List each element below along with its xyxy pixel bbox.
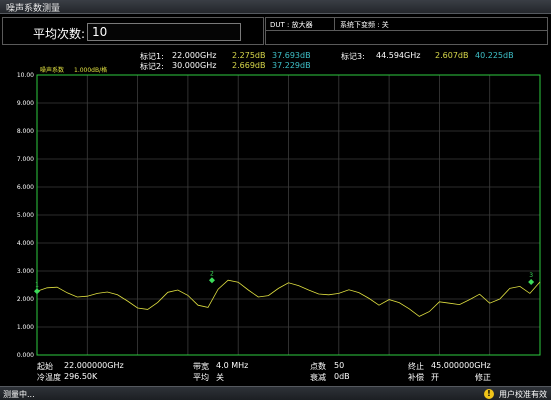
y-tick-label: 4.000: [17, 240, 34, 247]
calibration-status: 用户校准有效: [499, 390, 547, 399]
marker-3-diamond[interactable]: [528, 279, 535, 286]
y-tick-label: 10.00: [17, 72, 34, 79]
average-label: 平均: [193, 373, 209, 382]
y-tick-label: 7.000: [17, 156, 34, 163]
y-tick-label: 8.000: [17, 128, 34, 135]
y-tick-label: 5.000: [17, 212, 34, 219]
trace-name: 噪声系数: [40, 66, 64, 74]
noise-figure-chart: 10.00 9.000 8.000 7.000 6.000 5.000 4.000 3.000…: [17, 66, 541, 359]
y-tick-label: 1.000: [17, 324, 34, 331]
y-tick-label: 2.000: [17, 296, 34, 303]
chart-grid: [37, 75, 540, 355]
marker-3-label: 3: [529, 272, 533, 279]
bandwidth-value: 4.0 MHz: [216, 361, 249, 370]
trace-markers: 1 2 3: [34, 270, 535, 295]
status-bar: 测量中... ! 用户校准有效: [0, 386, 551, 400]
points-value: 50: [334, 361, 345, 370]
points-label: 点数: [310, 362, 326, 371]
attenuation-value: 0dB: [334, 372, 350, 381]
compensation-label: 补偿: [408, 373, 424, 382]
start-freq-value: 22.000000GHz: [64, 361, 124, 370]
marker-1-diamond[interactable]: [34, 288, 40, 295]
tcold-value: 296.50K: [64, 372, 98, 381]
measurement-status: 测量中...: [3, 390, 35, 399]
average-value: 关: [216, 373, 224, 382]
marker-1-label: 1: [35, 281, 39, 288]
start-freq-label: 起始: [37, 362, 53, 371]
y-tick-label: 6.000: [17, 184, 34, 191]
correction-label: 修正: [475, 373, 491, 382]
marker-2-diamond[interactable]: [208, 277, 215, 284]
trace-scale: 1.000dB/格: [74, 66, 107, 74]
attenuation-label: 衰减: [310, 373, 326, 382]
y-tick-label: 0.000: [17, 352, 34, 359]
y-axis-ticks: 10.00 9.000 8.000 7.000 6.000 5.000 4.000 3.000…: [17, 72, 34, 359]
stop-freq-value: 45.000000GHz: [431, 361, 491, 370]
y-tick-label: 3.000: [17, 268, 34, 275]
bandwidth-label: 带宽: [193, 362, 209, 371]
marker-2-label: 2: [210, 270, 214, 277]
tcold-label: 冷温度: [37, 373, 61, 382]
compensation-value: 开: [431, 373, 439, 382]
y-tick-label: 9.000: [17, 100, 34, 107]
stop-freq-label: 终止: [408, 362, 424, 371]
info-icon: !: [484, 389, 494, 399]
